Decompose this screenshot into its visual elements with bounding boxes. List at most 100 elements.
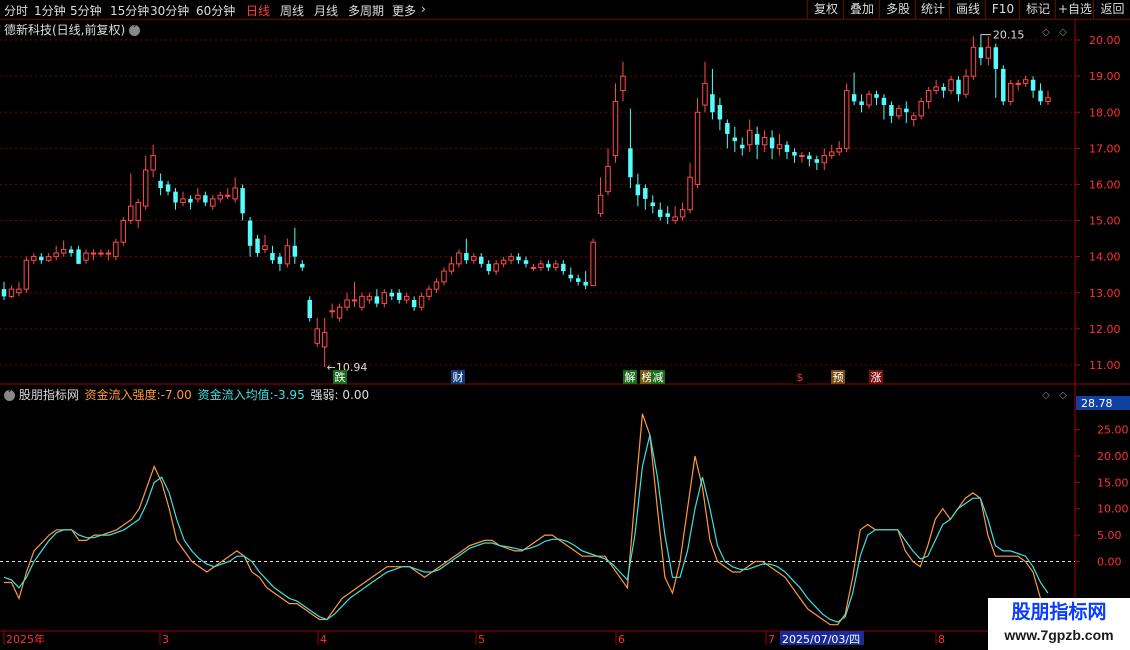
candle-body — [486, 263, 491, 272]
candle-body — [933, 86, 939, 92]
candle-body — [1007, 82, 1014, 102]
candle-body — [165, 184, 171, 192]
event-tag-1: 财 — [453, 370, 464, 384]
indicator-axis-label-2: 15.00 — [1097, 476, 1129, 489]
candle-body — [672, 216, 678, 222]
candle-body — [76, 249, 81, 264]
candle-body — [776, 144, 783, 149]
event-tag-0: 跌 — [335, 370, 346, 384]
event-tag-2: 解 — [625, 370, 636, 384]
candle-body — [590, 241, 596, 287]
candle-body — [90, 252, 97, 255]
time-axis-label-1: 3 — [162, 633, 169, 646]
event-tag-7: 涨 — [871, 371, 882, 384]
watermark: 股朋指标网 www.7gpzb.com — [988, 598, 1130, 650]
candle-body — [389, 292, 395, 297]
candle-body — [284, 245, 291, 265]
diamond-icon: ◇ — [1042, 390, 1050, 401]
candle-body — [1045, 97, 1051, 102]
candle-body — [694, 111, 701, 185]
candle-body — [403, 295, 410, 301]
candle-body — [784, 144, 790, 152]
candle-body — [941, 86, 946, 91]
candle-body — [575, 278, 581, 282]
candle-body — [761, 137, 768, 146]
candle-body — [68, 249, 74, 254]
candle-body — [516, 256, 521, 261]
event-tag-5: $ — [797, 371, 804, 384]
indicator-current-value: 28.78 — [1081, 397, 1113, 410]
candle-body — [83, 252, 89, 261]
candle-body — [456, 252, 462, 265]
diamond-icon: ◇ — [1059, 390, 1067, 401]
candle-body — [262, 245, 268, 250]
price-axis-label-7: 13.00 — [1089, 287, 1121, 300]
candle-body — [925, 90, 932, 102]
event-tag-4: 减 — [653, 371, 664, 384]
candle-body — [180, 198, 186, 203]
time-axis-label-3: 5 — [478, 633, 485, 646]
candle-body — [843, 90, 850, 149]
candle-body — [874, 94, 879, 98]
candle-body — [53, 252, 59, 258]
candle-body — [120, 220, 127, 243]
candle-body — [441, 270, 447, 283]
price-axis-label-6: 14.00 — [1089, 251, 1121, 264]
watermark-title: 股朋指标网 — [1011, 602, 1107, 623]
candle-body — [702, 82, 708, 106]
candle-body — [448, 263, 455, 272]
candle-body — [643, 188, 648, 199]
event-tag-6: 预 — [833, 371, 844, 384]
indicator-axis-label-5: 0.00 — [1097, 555, 1122, 568]
candle-body — [158, 180, 163, 189]
candle-body — [605, 165, 611, 193]
candle-body — [769, 137, 775, 149]
candle-body — [746, 129, 753, 146]
candle-body — [1038, 90, 1043, 102]
candle-body — [8, 288, 15, 297]
diamond-icon: ◇ — [1042, 27, 1050, 38]
candle-body — [31, 256, 37, 261]
price-axis-label-4: 16.00 — [1089, 178, 1121, 191]
candle-body — [889, 105, 894, 116]
price-axis-label-0: 20.00 — [1089, 34, 1121, 47]
candle-body — [433, 281, 440, 290]
time-axis-label-5: 7 — [768, 633, 775, 646]
chart-canvas[interactable]: 20.00 19.00 18.00 17.00 16.00 15.00 14.00 13.00… — [0, 0, 1130, 650]
candle-body — [307, 299, 312, 319]
candle-body — [351, 299, 358, 302]
candle-body — [963, 75, 969, 95]
candle-body — [628, 148, 633, 178]
candle-body — [568, 274, 573, 279]
time-axis-label-6: 8 — [938, 633, 945, 646]
indicator-axis-label-1: 20.00 — [1097, 450, 1129, 463]
candle-body — [381, 292, 388, 305]
candle-body — [904, 108, 909, 113]
low-marker-label: ←10.94 — [327, 361, 368, 374]
candle-body — [374, 296, 380, 304]
candle-body — [471, 256, 477, 261]
candle-body — [546, 263, 551, 268]
candle-body — [956, 79, 961, 95]
candle-body — [1001, 68, 1006, 102]
candle-body — [23, 259, 30, 290]
candle-body — [821, 155, 828, 164]
candle-body — [657, 209, 663, 217]
candle-body — [561, 263, 566, 272]
candle-body — [665, 213, 670, 217]
candle-body — [188, 198, 193, 203]
candle-body — [792, 151, 797, 156]
candle-body — [650, 202, 656, 207]
candle-body — [866, 93, 872, 106]
price-axis-label-1: 19.00 — [1089, 70, 1121, 83]
candle-body — [135, 202, 141, 222]
candle-body — [210, 198, 216, 207]
candle-body — [418, 295, 425, 308]
candle-body — [814, 159, 820, 163]
candle-body — [217, 194, 223, 200]
candle-body — [970, 46, 977, 77]
candle-body — [500, 259, 507, 265]
price-axis-label-5: 15.00 — [1089, 215, 1121, 228]
candle-body — [851, 94, 857, 102]
candle-body — [1, 289, 7, 297]
